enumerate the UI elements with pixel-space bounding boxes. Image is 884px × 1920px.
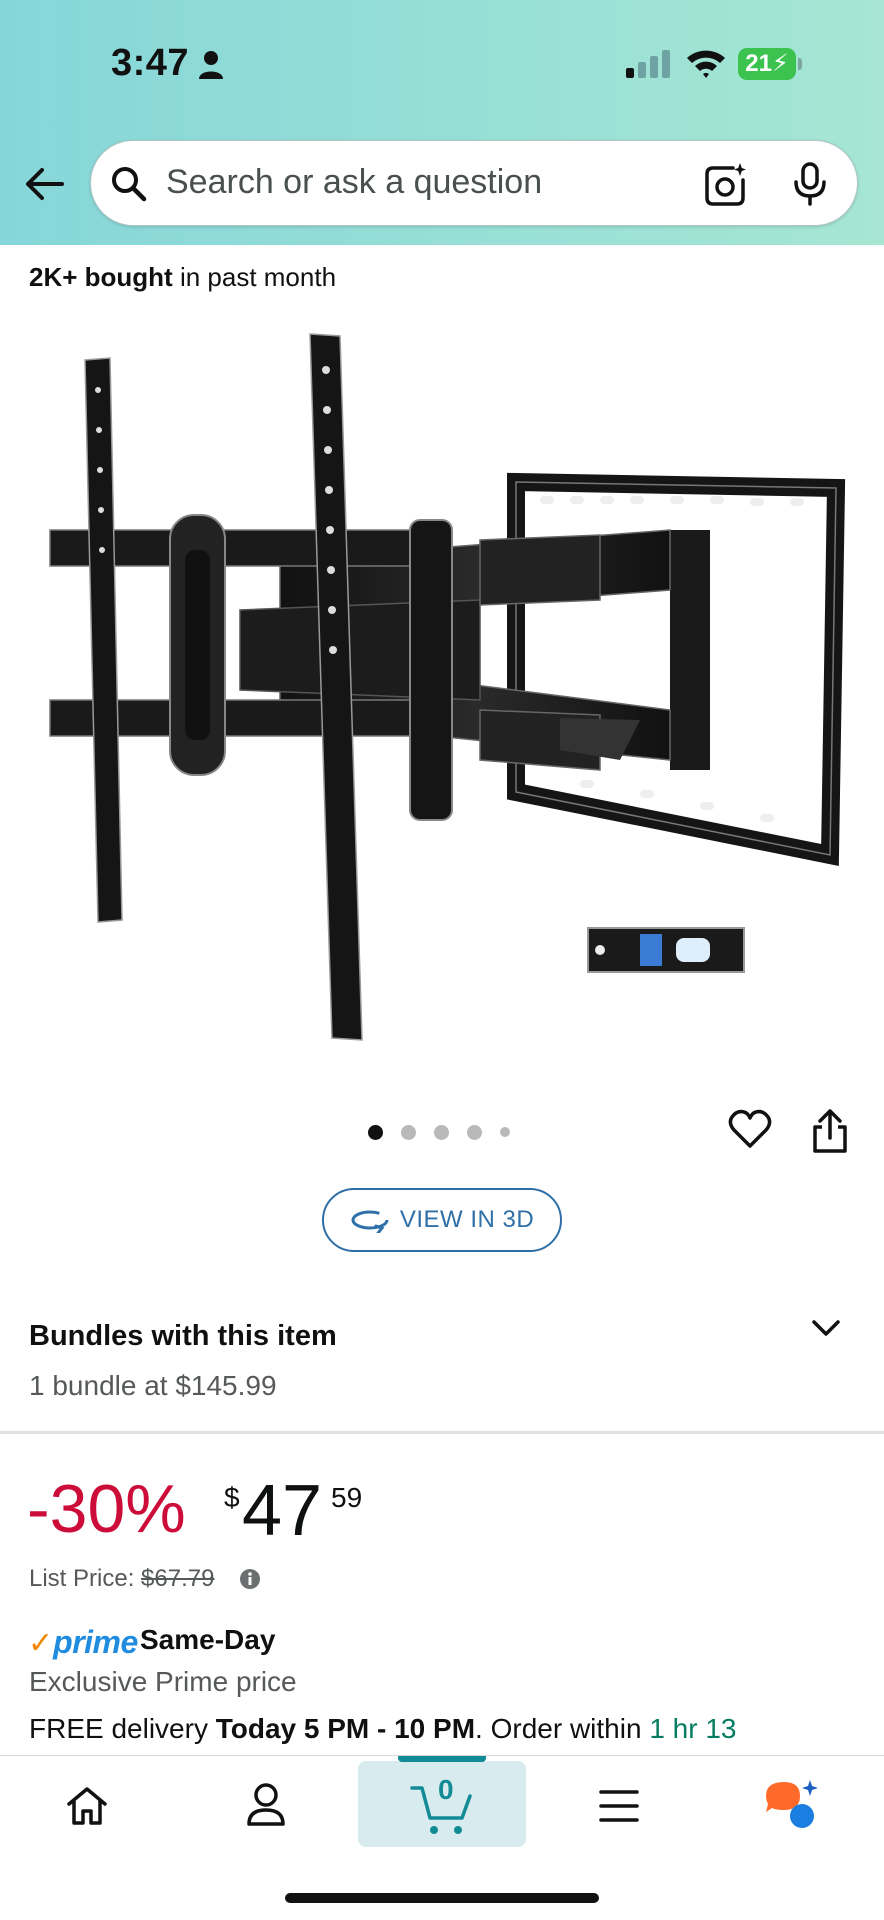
chevron-down-icon[interactable]: [810, 1316, 842, 1340]
price-currency: $: [224, 1482, 240, 1513]
back-arrow-icon[interactable]: [22, 162, 66, 206]
search-input[interactable]: Search or ask a question: [166, 163, 542, 202]
bundles-title[interactable]: Bundles with this item: [29, 1320, 337, 1353]
search-bar[interactable]: Search or ask a question: [90, 140, 858, 226]
list-price: List Price: $67.79: [29, 1565, 215, 1592]
cart-tab-indicator: [398, 1756, 486, 1762]
delivery-info: FREE delivery Today 5 PM - 10 PM. Order …: [29, 1713, 737, 1744]
person-icon: [199, 51, 223, 79]
carousel-dot-5[interactable]: [500, 1127, 510, 1137]
microphone-icon[interactable]: [793, 162, 827, 206]
carousel-dot-4[interactable]: [467, 1124, 482, 1140]
price-whole: 47: [242, 1471, 323, 1551]
section-divider: [0, 1431, 884, 1434]
product-image-tv-wall-mount[interactable]: [40, 320, 846, 1050]
battery-level: 21⚡: [738, 48, 796, 80]
wifi-icon: [687, 50, 725, 78]
status-time: 3:47: [111, 42, 190, 84]
exclusive-prime-price: Exclusive Prime price: [29, 1666, 297, 1697]
view-in-3d-label: VIEW IN 3D: [399, 1206, 535, 1233]
price-fraction: 59: [331, 1482, 363, 1513]
carousel-dot-2[interactable]: [401, 1124, 416, 1140]
app-header: 3:47 21⚡ Search or ask a question: [0, 0, 884, 245]
home-icon[interactable]: [66, 1786, 108, 1826]
account-icon[interactable]: [246, 1782, 286, 1826]
carousel-dot-3[interactable]: [434, 1124, 449, 1140]
rotate-3d-icon: [351, 1210, 389, 1233]
search-icon: [112, 167, 147, 202]
discount-percent: -30%: [27, 1471, 186, 1547]
view-in-3d-button[interactable]: VIEW IN 3D: [322, 1188, 562, 1252]
battery-indicator: 21⚡: [738, 48, 802, 82]
image-carousel-dots[interactable]: [368, 1122, 510, 1142]
cell-signal-icon: [626, 50, 670, 78]
menu-icon[interactable]: [598, 1788, 640, 1824]
cart-count: 0: [438, 1774, 454, 1805]
rufus-assistant-icon[interactable]: [764, 1778, 820, 1832]
bundles-subtitle: 1 bundle at $145.99: [29, 1370, 277, 1401]
carousel-dot-1[interactable]: [368, 1124, 383, 1140]
share-icon[interactable]: [810, 1108, 850, 1154]
info-icon[interactable]: [239, 1568, 261, 1590]
same-day-label: Same-Day: [140, 1624, 276, 1655]
camera-lens-icon[interactable]: [703, 162, 747, 206]
home-indicator: [285, 1893, 599, 1903]
bought-in-past-month: 2K+ bought in past month: [29, 262, 337, 292]
heart-icon[interactable]: [728, 1108, 772, 1150]
prime-logo: ✓ prime: [28, 1624, 138, 1660]
